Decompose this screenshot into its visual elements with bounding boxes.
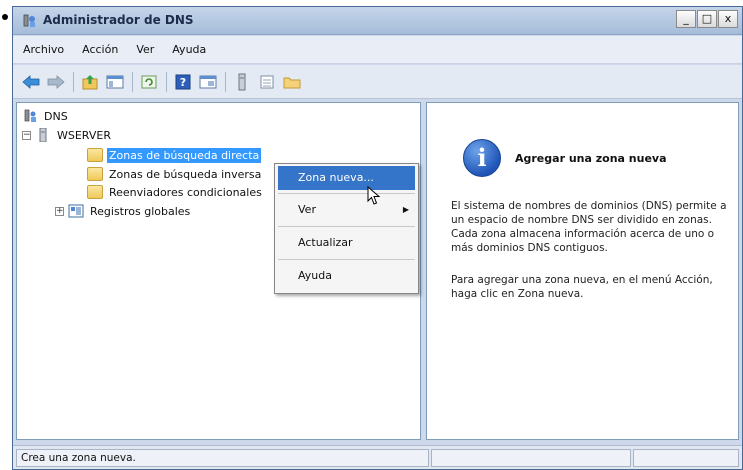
dns-root-icon <box>24 109 36 122</box>
tree-node-forward-zones[interactable]: Zonas de búsqueda directa <box>87 146 262 164</box>
page-bullet <box>2 14 8 20</box>
toolbar-separator <box>225 71 226 92</box>
menu-bar: Archivo Acción Ver Ayuda <box>13 36 742 64</box>
ctx-label-refresh: Actualizar <box>298 236 353 249</box>
mouse-cursor-icon <box>367 186 381 205</box>
window-controls: _ □ x <box>675 10 738 28</box>
menu-archivo[interactable]: Archivo <box>23 43 64 56</box>
menu-ayuda[interactable]: Ayuda <box>172 43 206 56</box>
ctx-item-new-zone[interactable]: Zona nueva... <box>278 166 415 190</box>
up-folder-icon[interactable] <box>80 72 100 92</box>
ctx-separator <box>278 193 415 194</box>
tree-label-global-records: Registros globales <box>90 204 191 218</box>
tree-label-conditional-forwarders: Reenviadores condicionales <box>109 185 262 199</box>
info-paragraph-1: El sistema de nombres de dominios (DNS) … <box>451 200 727 254</box>
ctx-label-view: Ver <box>298 203 316 216</box>
folder-icon <box>87 148 103 162</box>
server-icon <box>39 128 47 142</box>
dns-app-icon <box>23 14 35 27</box>
tree-label-wserver: WSERVER <box>57 128 111 142</box>
submenu-arrow-icon: ▶ <box>402 205 409 214</box>
toolbar: ? <box>13 65 742 99</box>
title-bar[interactable]: Administrador de DNS _ □ x <box>13 7 742 35</box>
close-button[interactable]: x <box>718 10 738 28</box>
tree-node-conditional-forwarders[interactable]: Reenviadores condicionales <box>87 183 264 201</box>
minimize-button[interactable]: _ <box>676 10 696 28</box>
toolbar-separator <box>166 71 167 92</box>
tree-node-global-records[interactable]: + Registros globales <box>55 202 192 220</box>
information-icon: i <box>463 139 501 177</box>
tree-node-reverse-zones[interactable]: Zonas de búsqueda inversa <box>87 165 263 183</box>
status-text: Crea una zona nueva. <box>16 449 429 467</box>
tree-label-reverse-zones: Zonas de búsqueda inversa <box>109 167 262 181</box>
menu-accion[interactable]: Acción <box>82 43 118 56</box>
list-icon[interactable] <box>257 72 277 92</box>
status-bar: Crea una zona nueva. <box>13 445 742 469</box>
help-icon[interactable]: ? <box>173 72 193 92</box>
folder-icon[interactable] <box>282 72 302 92</box>
ctx-item-help[interactable]: Ayuda <box>278 264 415 288</box>
window-title: Administrador de DNS <box>43 13 194 27</box>
ctx-separator <box>278 259 415 260</box>
folder-icon <box>87 185 103 199</box>
server-icon[interactable] <box>232 72 252 92</box>
tree-label-dns: DNS <box>44 109 68 123</box>
properties-icon[interactable] <box>198 72 218 92</box>
ctx-label-help: Ayuda <box>298 269 332 282</box>
toolbar-separator <box>132 71 133 92</box>
expand-icon[interactable]: + <box>55 206 64 216</box>
info-pane: i Agregar una zona nueva El sistema de n… <box>426 102 739 440</box>
info-paragraph-2: Para agregar una zona nueva, en el menú … <box>451 274 713 300</box>
svg-text:?: ? <box>180 76 186 89</box>
info-title: Agregar una zona nueva <box>515 152 667 165</box>
global-records-icon <box>68 204 84 218</box>
ctx-separator <box>278 226 415 227</box>
toolbar-separator <box>73 71 74 92</box>
tree-label-forward-zones: Zonas de búsqueda directa <box>107 147 262 163</box>
tree-node-wserver[interactable]: − WSERVER <box>22 126 113 144</box>
context-menu: Zona nueva... Ver ▶ Actualizar Ayuda <box>274 163 419 294</box>
status-segment-3 <box>633 449 739 467</box>
ctx-label-new-zone: Zona nueva... <box>298 171 374 184</box>
refresh-icon[interactable] <box>139 72 159 92</box>
ctx-item-refresh[interactable]: Actualizar <box>278 231 415 255</box>
ctx-item-view[interactable]: Ver ▶ <box>278 198 415 222</box>
maximize-button[interactable]: □ <box>697 10 717 28</box>
show-hide-tree-icon[interactable] <box>105 72 125 92</box>
collapse-icon[interactable]: − <box>22 130 31 140</box>
back-arrow-icon[interactable] <box>21 72 41 92</box>
tree-node-dns[interactable]: DNS <box>22 107 70 125</box>
folder-icon <box>87 167 103 181</box>
menu-ver[interactable]: Ver <box>136 43 154 56</box>
forward-arrow-icon[interactable] <box>46 72 66 92</box>
status-segment-2 <box>431 449 631 467</box>
